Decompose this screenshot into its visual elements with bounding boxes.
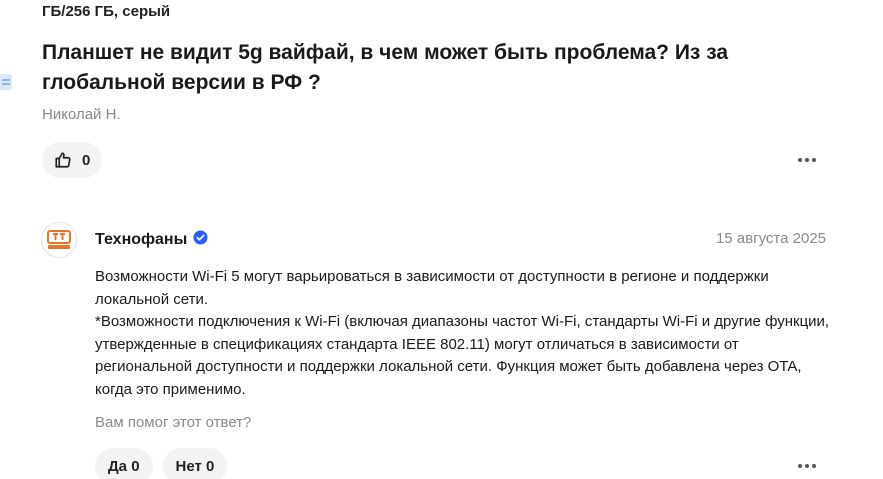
product-variant: ГБ/256 ГБ, серый bbox=[42, 3, 171, 20]
thumbs-up-icon bbox=[54, 151, 72, 169]
question-like-button[interactable]: 0 bbox=[42, 142, 103, 178]
answer-date: 15 августа 2025 bbox=[715, 230, 826, 247]
answer-paragraph-2: *Возможности подключения к Wi-Fi (включа… bbox=[95, 313, 830, 398]
helpful-yes-button[interactable]: Да 0 bbox=[95, 448, 153, 479]
verified-check-icon bbox=[193, 230, 208, 250]
helpful-no-button[interactable]: Нет 0 bbox=[162, 448, 228, 479]
answer-paragraph-1: Возможности Wi-Fi 5 могут варьироваться … bbox=[95, 268, 769, 308]
question-like-count: 0 bbox=[82, 151, 91, 169]
qa-page: ГБ/256 ГБ, серый Планшет не видит 5g вай… bbox=[0, 0, 883, 479]
question-more-button[interactable] bbox=[793, 150, 821, 170]
helpful-question: Вам помог этот ответ? bbox=[95, 414, 252, 431]
side-tab-icon[interactable] bbox=[0, 74, 12, 90]
helpful-vote-row: Да 0 Нет 0 bbox=[95, 448, 228, 479]
answer-author-name[interactable]: Технофаны bbox=[95, 231, 187, 249]
answer-avatar[interactable] bbox=[41, 222, 77, 258]
more-dots-icon bbox=[798, 158, 802, 162]
more-dots-icon bbox=[798, 464, 802, 468]
technofans-logo-icon bbox=[47, 230, 71, 249]
answer-more-button[interactable] bbox=[793, 456, 821, 476]
question-author: Николай Н. bbox=[42, 106, 121, 123]
question-title: Планшет не видит 5g вайфай, в чем может … bbox=[42, 41, 729, 94]
answer-body: Возможности Wi-Fi 5 могут варьироваться … bbox=[95, 266, 835, 401]
answer-author-row: Технофаны bbox=[95, 230, 208, 250]
